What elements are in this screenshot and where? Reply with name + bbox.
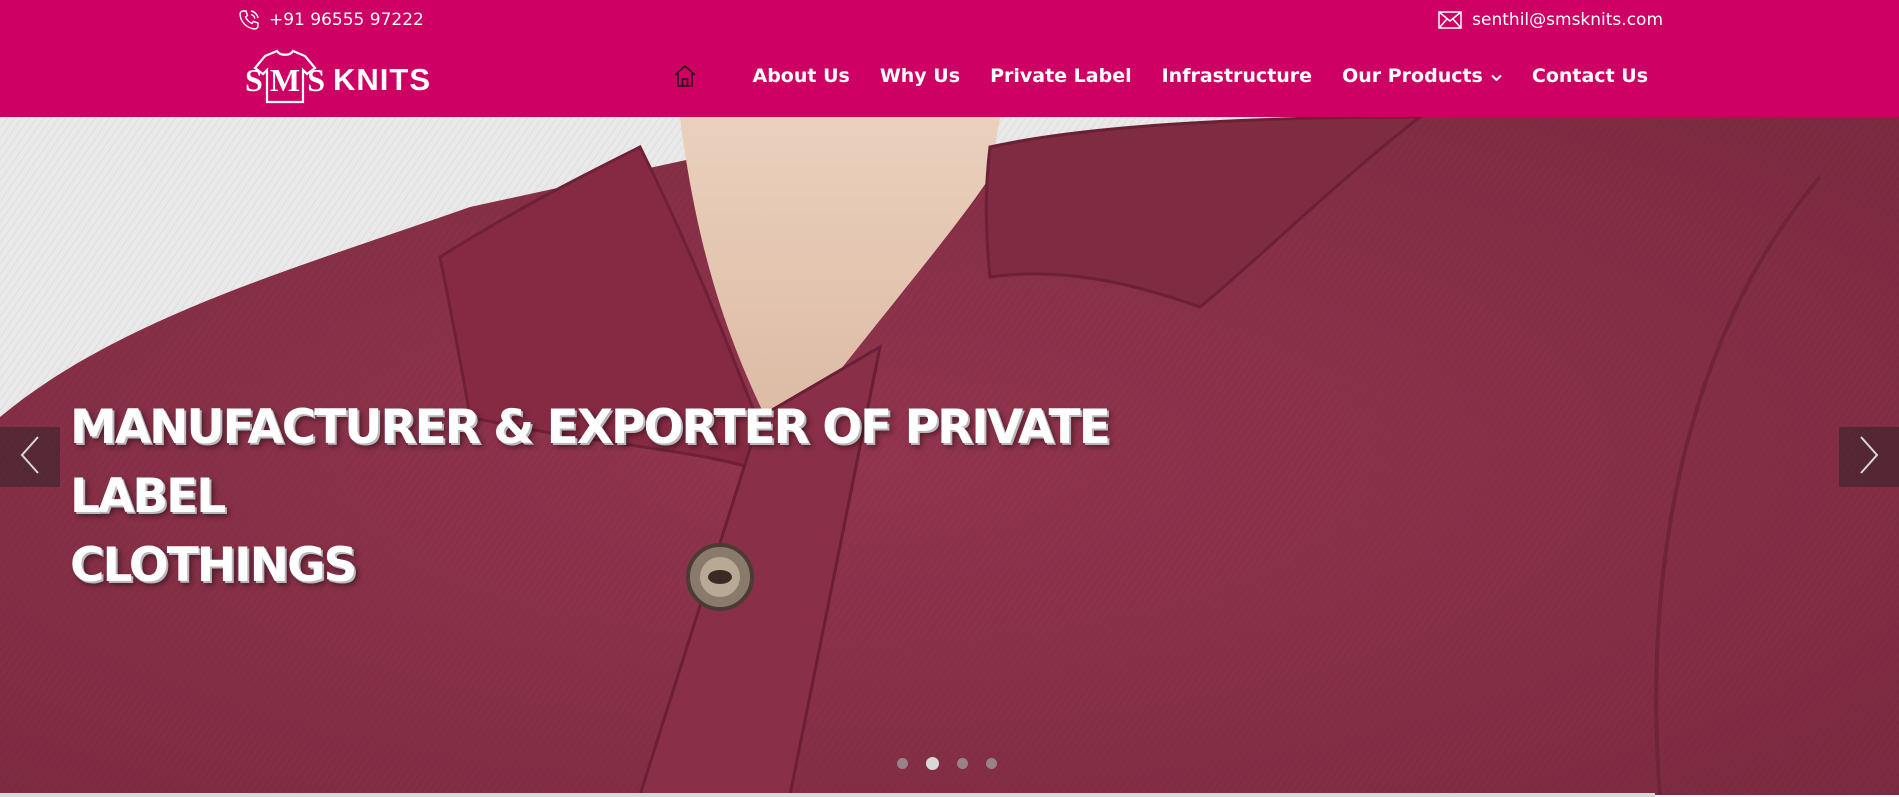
topbar-email[interactable]: senthil@smsknits.com [1438,7,1663,33]
logo-letter: M [269,62,301,98]
slider-dot[interactable] [897,758,908,769]
nav-label: Infrastructure [1161,65,1313,87]
phone-number[interactable]: +91 96555 97222 [269,10,424,30]
nav-our-products[interactable]: Our Products [1342,65,1502,87]
home-icon[interactable] [671,62,699,90]
prev-slide-button[interactable] [0,427,60,487]
main-nav: About Us Why Us Private Label Infrastruc… [671,58,1648,94]
site-header: +91 96555 97222 senthil@smsknits.com S M… [0,0,1899,117]
slider-dot[interactable] [986,758,997,769]
logo-monogram: S M S [245,48,325,106]
site-logo[interactable]: S M S KNITS [245,48,431,106]
hero-headline: MANUFACTURER & EXPORTER OF PRIVATE LABEL… [70,393,1170,600]
slider-dots [897,757,997,770]
nav-private-label[interactable]: Private Label [990,65,1132,87]
chevron-left-icon [20,435,40,479]
logo-text: KNITS [333,62,431,97]
nav-about-us[interactable]: About Us [753,65,850,87]
chevron-right-icon [1859,435,1879,479]
nav-label: About Us [752,65,850,87]
slider-dot[interactable] [957,758,968,769]
topbar-phone[interactable]: +91 96555 97222 [237,7,424,33]
email-address[interactable]: senthil@smsknits.com [1472,10,1663,30]
mail-icon [1438,11,1462,29]
nav-infrastructure[interactable]: Infrastructure [1162,65,1312,87]
nav-label: Private Label [990,65,1132,87]
next-slide-button[interactable] [1839,427,1899,487]
hero-slider: MANUFACTURER & EXPORTER OF PRIVATE LABEL… [0,117,1899,795]
slider-dot[interactable] [926,757,939,770]
hero-headline-line2: CLOTHINGS [70,538,357,593]
logo-letter: S [245,62,263,98]
chevron-down-icon [1491,65,1502,87]
nav-label: Why Us [879,65,961,87]
nav-label: Contact Us [1531,65,1648,87]
page-divider [0,793,1655,797]
nav-contact-us[interactable]: Contact Us [1532,65,1648,87]
hero-headline-line1: MANUFACTURER & EXPORTER OF PRIVATE LABEL [70,400,1111,524]
nav-label: Our Products [1342,65,1483,87]
phone-icon [237,8,261,32]
logo-letter: S [307,62,325,98]
nav-why-us[interactable]: Why Us [880,65,960,87]
